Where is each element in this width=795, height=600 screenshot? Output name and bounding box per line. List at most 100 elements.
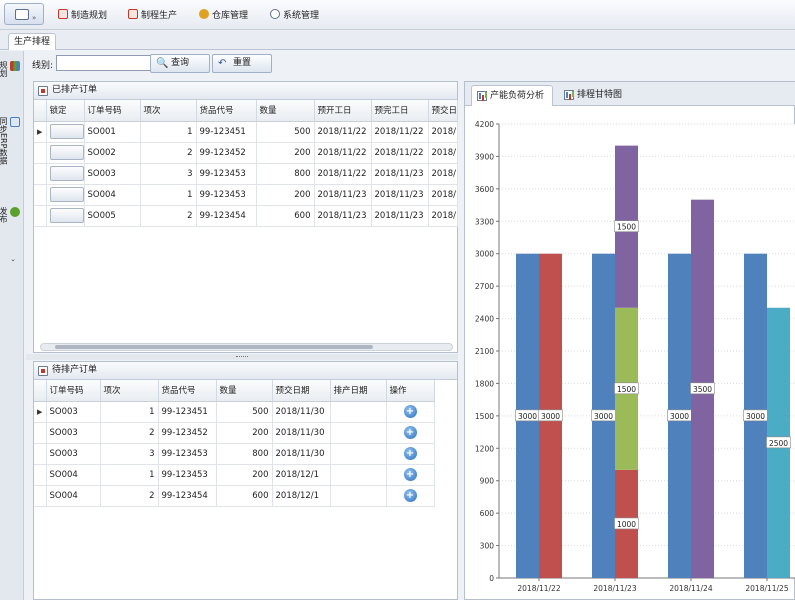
table-row[interactable]: SO004 2 99-123454 600 2018/12/1 + (34, 485, 435, 507)
table-row[interactable]: SO005 2 99-123454 600 2018/11/23 2018/11… (34, 205, 458, 227)
expand-sidebar-icon[interactable]: › (4, 259, 20, 262)
y-tick-label: 300 (480, 542, 495, 551)
scrollbar-thumb[interactable] (55, 345, 373, 349)
calendar-icon (38, 86, 48, 96)
column-header[interactable]: 预交日 (428, 100, 458, 122)
data-label: 3000 (541, 412, 560, 421)
add-schedule-button[interactable]: + (403, 468, 417, 481)
table-row[interactable]: SO003 3 99-123453 800 2018/11/30 + (34, 443, 435, 465)
data-label: 3000 (518, 412, 537, 421)
menu-item-manufacturing-plan[interactable]: 制造规划 (58, 8, 107, 24)
row-pointer-icon: ▶ (34, 401, 47, 423)
menu-bar: » 制造规划 制程生产 仓库管理 系统管理 (0, 0, 795, 30)
table-row[interactable]: SO004 1 99-123453 200 2018/12/1 + (34, 464, 435, 486)
data-label: 1500 (617, 223, 636, 232)
horizontal-scrollbar[interactable] (40, 343, 453, 351)
bar-chart-icon (477, 91, 487, 101)
column-header[interactable]: 货品代号 (158, 380, 217, 402)
table-row[interactable]: SO002 2 99-123452 200 2018/11/22 2018/11… (34, 142, 458, 164)
column-header[interactable]: 数量 (256, 100, 315, 122)
list-icon (38, 366, 48, 376)
query-button[interactable]: 🔍 查询 (150, 54, 210, 73)
add-schedule-button[interactable]: + (403, 447, 417, 460)
pending-orders-panel: 待排产订单 订单号码 项次 货品代号 数量 预交日期 排产日期 操作 ▶ SO0… (33, 361, 458, 600)
table-row[interactable]: SO003 3 99-123453 800 2018/11/22 2018/11… (34, 163, 458, 185)
y-tick-label: 3600 (475, 185, 494, 194)
y-tick-label: 2100 (475, 347, 494, 356)
data-label: 3500 (693, 385, 712, 394)
menu-item-warehouse[interactable]: 仓库管理 (199, 8, 248, 24)
app-icon (15, 9, 29, 20)
column-header[interactable]: 预交日期 (272, 380, 331, 402)
line-filter-label: 线别: (32, 61, 54, 71)
table-row[interactable]: SO003 2 99-123452 200 2018/11/30 + (34, 422, 435, 444)
column-header[interactable]: 项次 (140, 100, 197, 122)
data-label: 3000 (670, 412, 689, 421)
pending-orders-table: 订单号码 项次 货品代号 数量 预交日期 排产日期 操作 ▶ SO003 1 9… (34, 380, 435, 507)
panel-splitter[interactable] (26, 354, 458, 360)
table-row[interactable]: ▶ SO003 1 99-123451 500 2018/11/30 + (34, 401, 435, 423)
sync-icon (10, 117, 20, 127)
lock-button[interactable] (49, 145, 83, 160)
y-tick-label: 2700 (475, 282, 494, 291)
y-tick-label: 1800 (475, 379, 494, 388)
document-tab-bar: 生产排程 (0, 30, 795, 50)
table-row[interactable]: SO004 1 99-123453 200 2018/11/23 2018/11… (34, 184, 458, 206)
lock-button[interactable] (49, 187, 83, 202)
y-tick-label: 1500 (475, 412, 494, 421)
data-label: 3000 (594, 412, 613, 421)
lock-button[interactable] (49, 166, 83, 181)
column-header[interactable]: 订单号码 (46, 380, 101, 402)
column-header[interactable]: 订单号码 (84, 100, 141, 122)
y-tick-label: 0 (489, 574, 494, 583)
column-header[interactable]: 货品代号 (196, 100, 257, 122)
data-label: 2500 (769, 439, 788, 448)
column-header[interactable]: 项次 (100, 380, 159, 402)
app-menu-button[interactable]: » (4, 3, 44, 25)
y-tick-label: 2400 (475, 315, 494, 324)
lock-button[interactable] (49, 124, 83, 139)
sidebar-item-publish[interactable]: 发布 (0, 207, 20, 223)
search-icon: 🔍 (156, 58, 169, 69)
column-header[interactable]: 数量 (216, 380, 273, 402)
gantt-icon (564, 90, 574, 100)
table-header-row: 锁定 订单号码 项次 货品代号 数量 预开工日 预完工日 预交日 (34, 100, 458, 122)
chart-tab-bar: 产能负荷分析 排程甘特图 (465, 82, 795, 106)
y-tick-label: 4200 (475, 120, 494, 129)
tab-production-schedule[interactable]: 生产排程 (8, 33, 56, 50)
undo-icon: ↶ (218, 58, 227, 69)
y-tick-label: 600 (480, 509, 495, 518)
x-tick-label: 2018/11/25 (745, 584, 788, 593)
scheduled-orders-table: 锁定 订单号码 项次 货品代号 数量 预开工日 预完工日 预交日 ▶ SO001… (34, 100, 458, 227)
y-tick-label: 1200 (475, 444, 494, 453)
column-header[interactable]: 锁定 (46, 100, 85, 122)
data-label: 3000 (746, 412, 765, 421)
menu-item-process-production[interactable]: 制程生产 (128, 8, 177, 24)
column-header[interactable]: 操作 (386, 380, 435, 402)
add-schedule-button[interactable]: + (403, 405, 417, 418)
add-schedule-button[interactable]: + (403, 489, 417, 502)
tab-capacity-load-analysis[interactable]: 产能负荷分析 (471, 85, 553, 106)
y-tick-label: 3000 (475, 250, 494, 259)
reset-button[interactable]: ↶ 重置 (212, 54, 272, 73)
sidebar-item-sync-erp[interactable]: 同步ERP数据 (0, 117, 20, 164)
y-tick-label: 3300 (475, 217, 494, 226)
column-header[interactable]: 预完工日 (371, 100, 429, 122)
lock-button[interactable] (49, 208, 83, 223)
filter-toolbar: 线别: 🔍 查询 ↶ 重置 (26, 53, 795, 75)
tab-gantt-chart[interactable]: 排程甘特图 (559, 85, 639, 106)
pending-orders-header: 待排产订单 (34, 362, 457, 380)
chevron-down-icon: » (32, 14, 37, 22)
menu-item-system[interactable]: 系统管理 (270, 8, 319, 24)
data-label: 1500 (617, 385, 636, 394)
calendar-icon (58, 9, 68, 19)
column-header[interactable]: 预开工日 (314, 100, 372, 122)
bar-chart-icon (10, 61, 20, 71)
row-pointer-icon: ▶ (34, 121, 47, 143)
scheduled-orders-panel: 已排产订单 锁定 订单号码 项次 货品代号 数量 预开工日 预完工日 预交日 ▶… (33, 81, 458, 353)
data-label: 1000 (617, 520, 636, 529)
table-row[interactable]: ▶ SO001 1 99-123451 500 2018/11/22 2018/… (34, 121, 458, 143)
column-header[interactable]: 排产日期 (330, 380, 387, 402)
add-schedule-button[interactable]: + (403, 426, 417, 439)
sidebar-item-plan[interactable]: 规划 (0, 61, 20, 77)
